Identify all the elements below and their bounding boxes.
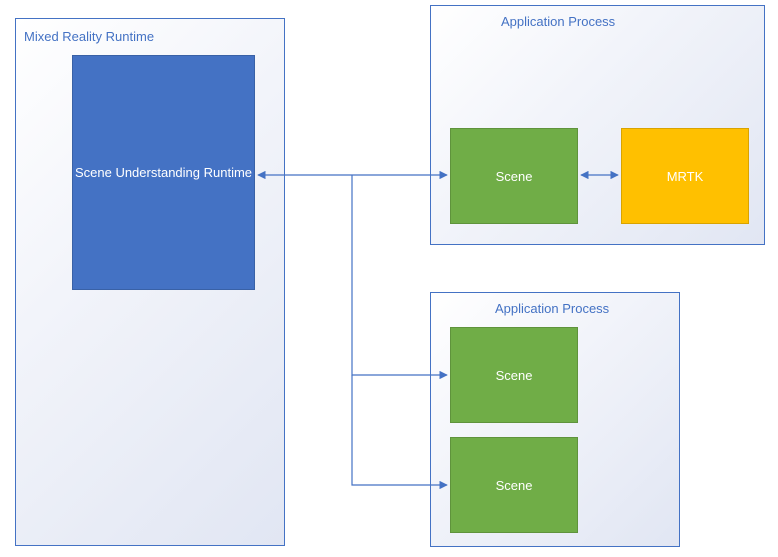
container-title-runtime: Mixed Reality Runtime	[24, 29, 154, 44]
block-label-scene-c: Scene	[496, 478, 533, 493]
block-scene-understanding-runtime: Scene Understanding Runtime	[72, 55, 255, 290]
block-label-scene-b: Scene	[496, 368, 533, 383]
block-scene-app1: Scene	[450, 128, 578, 224]
block-label-su-runtime: Scene Understanding Runtime	[75, 165, 252, 180]
container-title-app2: Application Process	[495, 301, 609, 316]
block-label-mrtk: MRTK	[667, 169, 704, 184]
block-label-scene-a: Scene	[496, 169, 533, 184]
block-scene-app2-bottom: Scene	[450, 437, 578, 533]
container-title-app1: Application Process	[501, 14, 615, 29]
block-scene-app2-top: Scene	[450, 327, 578, 423]
block-mrtk: MRTK	[621, 128, 749, 224]
